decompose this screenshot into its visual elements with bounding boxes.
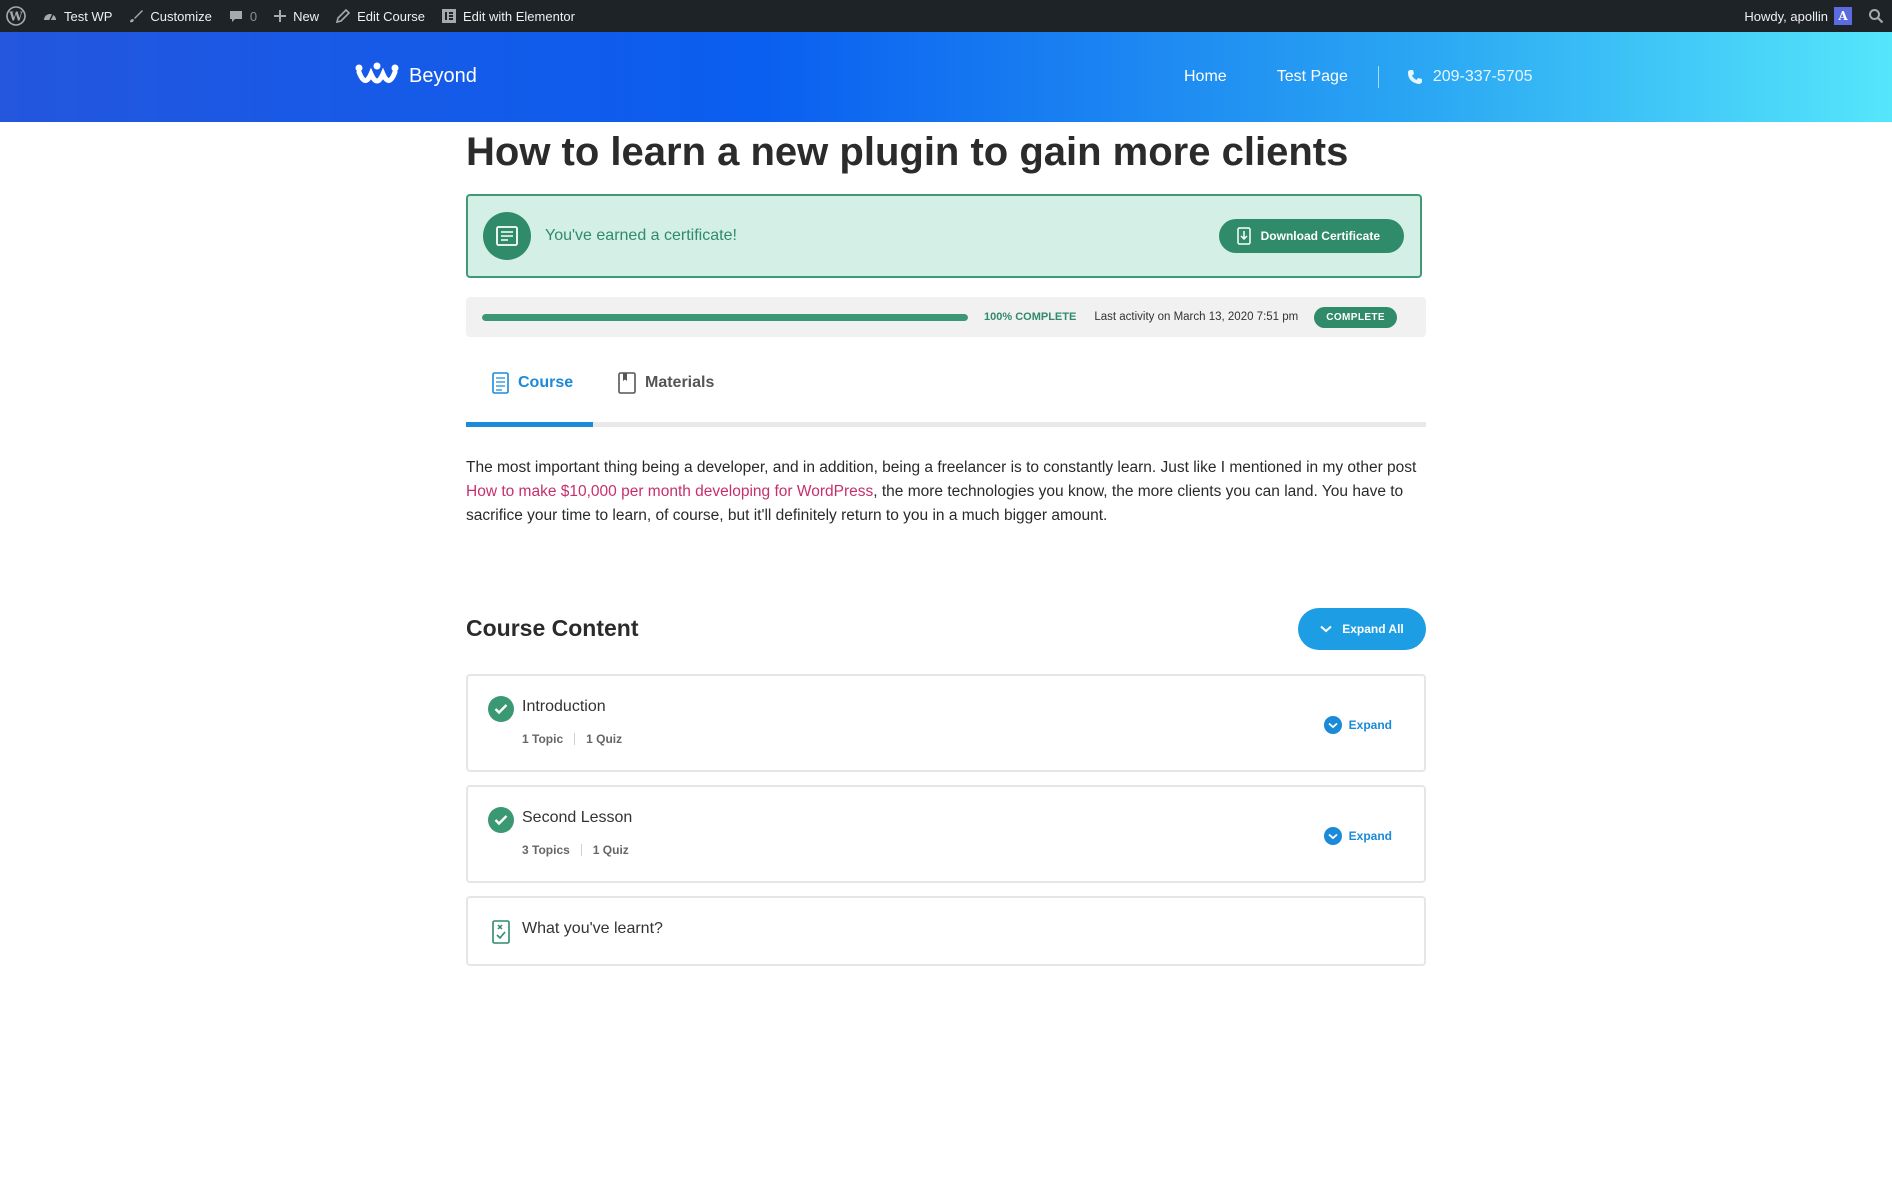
nav-divider: [1377, 66, 1379, 88]
admin-bar-customize-label: Customize: [150, 8, 212, 24]
book-icon: [618, 372, 636, 394]
download-certificate-button[interactable]: Download Certificate: [1218, 219, 1404, 253]
comment-count: 0: [249, 8, 258, 24]
progress-percent: 100% COMPLETE: [984, 311, 1077, 323]
admin-bar-site-label: Test WP: [64, 8, 113, 24]
admin-bar-comments[interactable]: 0: [220, 0, 265, 32]
last-activity: Last activity on March 13, 2020 7:51 pm: [1094, 311, 1299, 323]
admin-bar-edit-course[interactable]: Edit Course: [327, 0, 433, 32]
final-quiz-title[interactable]: What you've learnt?: [522, 920, 663, 938]
tab-course[interactable]: Course: [492, 372, 573, 394]
lesson-topics-count: 1 Topic: [522, 732, 564, 746]
lesson-meta: 3 Topics 1 Quiz: [522, 843, 629, 857]
certificate-banner: You've earned a certificate! Download Ce…: [466, 194, 1422, 278]
tab-materials[interactable]: Materials: [618, 372, 714, 394]
document-icon: [492, 372, 509, 394]
phone-icon: [1407, 70, 1422, 84]
site-logo[interactable]: Beyond: [355, 62, 477, 90]
nav-test-page[interactable]: Test Page: [1277, 68, 1348, 86]
course-progress: 100% COMPLETE Last activity on March 13,…: [466, 297, 1426, 337]
lesson-expand-label: Expand: [1348, 829, 1392, 843]
admin-bar: W Test WP Customize 0 New Edit Course Ed…: [0, 0, 1892, 32]
lesson-topics-count: 3 Topics: [522, 843, 570, 857]
course-description: The most important thing being a develop…: [466, 456, 1426, 528]
admin-bar-site[interactable]: Test WP: [34, 0, 120, 32]
lesson-item[interactable]: Introduction 1 Topic 1 Quiz Expand: [466, 674, 1426, 772]
final-quiz-item[interactable]: What you've learnt?: [466, 896, 1426, 966]
admin-bar-customize[interactable]: Customize: [120, 0, 219, 32]
lesson-item[interactable]: Second Lesson 3 Topics 1 Quiz Expand: [466, 785, 1426, 883]
comment-icon: [229, 11, 242, 22]
course-content-heading: Course Content: [466, 615, 639, 641]
lesson-expand-button[interactable]: Expand: [1323, 716, 1392, 734]
expand-all-button[interactable]: Expand All: [1298, 608, 1426, 650]
tab-course-label: Course: [518, 374, 574, 391]
course-tabs: Course Materials: [466, 364, 1426, 427]
download-certificate-label: Download Certificate: [1260, 229, 1380, 243]
status-badge: COMPLETE: [1314, 306, 1397, 328]
certificate-text: You've earned a certificate!: [545, 227, 737, 244]
lesson-title[interactable]: Second Lesson: [522, 809, 632, 827]
expand-all-label: Expand All: [1342, 622, 1404, 636]
tab-underline: [466, 422, 1426, 427]
elementor-icon: [442, 9, 456, 23]
nav-phone[interactable]: 209-337-5705: [1407, 68, 1533, 86]
lesson-quiz-count: 1 Quiz: [592, 843, 629, 857]
tab-materials-label: Materials: [645, 374, 715, 391]
lesson-quiz-count: 1 Quiz: [586, 732, 623, 746]
progress-bar-fill: [482, 313, 968, 321]
admin-bar-new[interactable]: New: [265, 0, 327, 32]
description-link[interactable]: How to make $10,000 per month developing…: [466, 483, 873, 500]
admin-bar-new-label: New: [293, 8, 320, 24]
progress-bar: [482, 313, 968, 321]
avatar: A: [1834, 7, 1852, 25]
chevron-down-icon: [1320, 625, 1332, 633]
admin-bar-edit-course-label: Edit Course: [357, 8, 425, 24]
howdy-label: Howdy, apollin: [1744, 8, 1828, 24]
chevron-down-icon: [1323, 716, 1342, 734]
quiz-icon: [492, 920, 510, 944]
lesson-title[interactable]: Introduction: [522, 698, 606, 716]
check-icon: [488, 807, 514, 833]
logo-icon: [355, 62, 399, 84]
brush-icon: [130, 10, 144, 23]
site-header: Beyond Home Test Page 209-337-5705: [0, 32, 1892, 122]
logo-text: Beyond: [409, 64, 477, 87]
dashboard-icon: [44, 13, 56, 21]
main-nav: Home Test Page 209-337-5705: [1184, 32, 1532, 122]
page-title: How to learn a new plugin to gain more c…: [466, 130, 1349, 174]
lesson-expand-button[interactable]: Expand: [1323, 827, 1392, 845]
svg-text:W: W: [8, 10, 23, 24]
nav-home[interactable]: Home: [1184, 68, 1227, 86]
admin-bar-elementor[interactable]: Edit with Elementor: [433, 0, 583, 32]
wordpress-logo-icon[interactable]: W: [0, 0, 34, 32]
search-icon[interactable]: [1860, 0, 1892, 32]
download-icon: [1236, 227, 1251, 245]
description-part-1: The most important thing being a develop…: [466, 459, 1417, 476]
lesson-meta: 1 Topic 1 Quiz: [522, 732, 622, 746]
plus-icon: [274, 10, 287, 22]
pencil-icon: [335, 8, 351, 24]
certificate-icon: [483, 212, 531, 260]
admin-bar-elementor-label: Edit with Elementor: [463, 8, 575, 24]
lesson-expand-label: Expand: [1348, 718, 1392, 732]
admin-bar-account[interactable]: Howdy, apollin A: [1736, 0, 1860, 32]
chevron-down-icon: [1323, 827, 1342, 845]
phone-number: 209-337-5705: [1432, 68, 1533, 85]
check-icon: [488, 696, 514, 722]
